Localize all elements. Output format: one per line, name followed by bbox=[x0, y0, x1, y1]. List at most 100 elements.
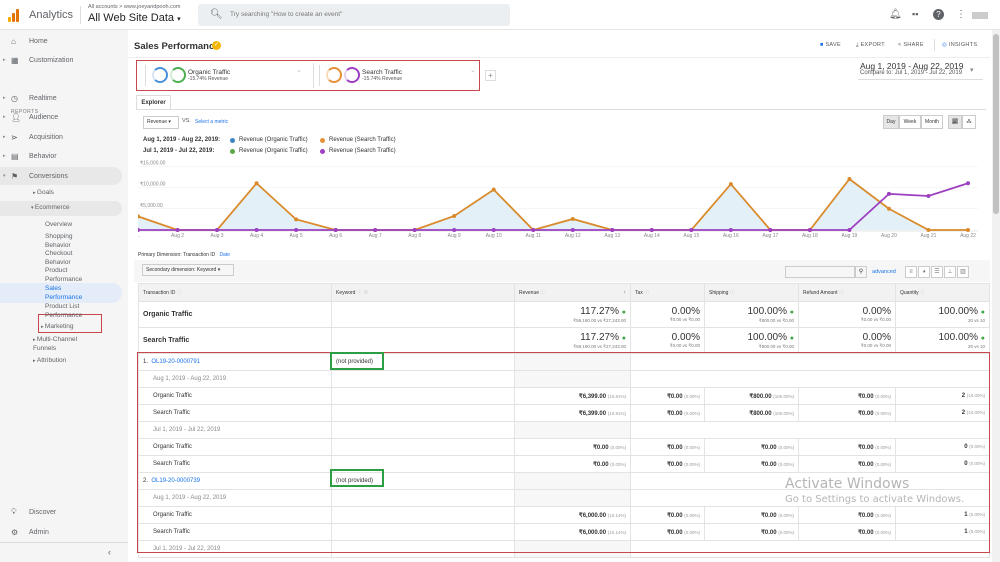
sidebar-label: Realtime bbox=[29, 94, 57, 102]
performance-view-icon[interactable]: ☰ bbox=[931, 266, 943, 278]
granularity-month[interactable]: Month bbox=[921, 115, 943, 129]
chevron-down-icon[interactable]: ⌄ bbox=[470, 66, 476, 74]
motion-chart-icon[interactable]: ⁂ bbox=[962, 115, 976, 129]
insights-button[interactable]: ◎ INSIGHTS bbox=[942, 42, 977, 48]
add-segment-button[interactable]: + bbox=[485, 70, 496, 81]
sidebar-item-ecommerce[interactable]: ▾ Ecommerce bbox=[0, 201, 122, 216]
refund-cell: ₹0.00 (0.00%) bbox=[798, 438, 896, 456]
help-icon: ⓘ bbox=[838, 290, 844, 296]
column-header-shipping[interactable]: Shipping ⓘ bbox=[704, 283, 799, 302]
column-header-quantity[interactable]: Quantity ⓘ bbox=[895, 283, 990, 302]
column-header-keyword[interactable]: Keyword ⓘ ⊗ bbox=[331, 283, 515, 302]
select-metric-link[interactable]: Select a metric bbox=[195, 119, 228, 125]
analytics-logo[interactable] bbox=[8, 9, 20, 22]
sidebar-item-product-list-performance[interactable]: Product List Performance bbox=[45, 303, 97, 320]
sidebar-item-realtime[interactable]: ▸ ◷ Realtime bbox=[0, 89, 122, 107]
sidebar-item-audience[interactable]: ▸ 👤︎ Audience bbox=[0, 108, 122, 126]
segment-organic-traffic[interactable]: Organic Traffic -15.74% Revenue ⌄ bbox=[145, 65, 305, 86]
primary-dimension-value[interactable]: Transaction ID bbox=[183, 252, 215, 258]
data-point bbox=[807, 228, 812, 232]
line-chart-icon[interactable]: 📈︎ bbox=[948, 115, 962, 129]
legend-item[interactable]: Revenue (Search Traffic) bbox=[329, 148, 396, 154]
table-view-icon[interactable]: ≡ bbox=[905, 266, 917, 278]
data-point bbox=[570, 216, 575, 221]
sidebar-item-multi-channel-funnels[interactable]: ▸ Multi-Channel Funnels bbox=[33, 336, 93, 353]
date-dropdown-icon[interactable]: ▾ bbox=[970, 66, 974, 74]
date-dimension-link[interactable]: Date bbox=[219, 252, 230, 258]
column-label: Quantity bbox=[900, 290, 919, 296]
quantity-cell: 0 (0.00%) bbox=[895, 455, 990, 473]
granularity-week[interactable]: Week bbox=[899, 115, 921, 129]
sidebar-item-admin[interactable]: ⚙ Admin bbox=[0, 523, 122, 541]
secondary-dimension-select[interactable]: Secondary dimension: Keyword ▾ bbox=[142, 264, 234, 276]
column-header-tax[interactable]: Tax ⓘ bbox=[630, 283, 705, 302]
chevron-down-icon[interactable]: ⌄ bbox=[296, 66, 302, 74]
row-index: 2. bbox=[143, 478, 149, 484]
remove-dimension-icon[interactable]: ⊗ bbox=[363, 290, 368, 296]
refund-cell: ₹0.00 (0.00%) bbox=[798, 404, 896, 422]
page-scrollbar[interactable] bbox=[992, 30, 1000, 562]
sidebar-item-discover[interactable]: 💡︎ Discover bbox=[0, 503, 122, 521]
sidebar-item-overview[interactable]: Overview bbox=[45, 221, 115, 230]
segment-search-traffic[interactable]: Search Traffic -15.74% Revenue ⌄ bbox=[319, 65, 479, 86]
property-selector[interactable]: All Web Site Data ▾ bbox=[88, 12, 181, 24]
column-header-transaction-id[interactable]: Transaction ID ⓘ bbox=[138, 283, 332, 302]
pivot-view-icon[interactable]: ▥ bbox=[957, 266, 969, 278]
help-icon: ⓘ bbox=[356, 290, 362, 296]
x-tick-label: Aug 11 bbox=[525, 233, 541, 239]
more-vert-icon[interactable]: ⋮ bbox=[956, 9, 966, 20]
column-header-revenue[interactable]: Revenue ⓘ ↓ bbox=[514, 283, 631, 302]
sidebar-item-checkout-behavior[interactable]: Checkout Behavior bbox=[45, 250, 90, 267]
sidebar-item-behavior[interactable]: ▸ ▤ Behavior bbox=[0, 147, 122, 165]
column-header-refund-amount[interactable]: Refund Amount ⓘ bbox=[798, 283, 896, 302]
sidebar-item-home[interactable]: ⌂ Home bbox=[0, 32, 122, 50]
collapse-sidebar-icon[interactable]: ‹ bbox=[108, 547, 111, 557]
metric-select[interactable]: Revenue ▾ bbox=[143, 116, 179, 129]
refund-value: ₹0.00 bbox=[858, 512, 874, 519]
sidebar-item-product-performance[interactable]: Product Performance bbox=[45, 267, 97, 284]
account-avatar[interactable] bbox=[972, 12, 988, 19]
empty-cell bbox=[514, 353, 631, 371]
sidebar-item-acquisition[interactable]: ▸ ⋗ Acquisition bbox=[0, 128, 122, 146]
revenue-cell: ₹6,399.00 (10.81%) bbox=[514, 404, 631, 422]
sidebar-item-attribution[interactable]: ▸ Attribution bbox=[33, 357, 66, 366]
sidebar-item-marketing[interactable]: ▸ Marketing bbox=[41, 323, 73, 332]
search-bar[interactable]: 🔍︎ Try searching "How to create an event… bbox=[198, 4, 510, 26]
legend-item[interactable]: Revenue (Organic Traffic) bbox=[239, 148, 308, 154]
divider bbox=[858, 79, 983, 80]
share-button[interactable]: < SHARE bbox=[898, 42, 924, 48]
help-icon[interactable]: ? bbox=[933, 9, 944, 20]
sidebar-item-customization[interactable]: ▸ ▦ Customization bbox=[0, 51, 122, 69]
search-icon[interactable]: ⚲ bbox=[855, 266, 867, 278]
bell-icon[interactable]: 🔔︎ bbox=[889, 9, 902, 20]
sidebar-item-goals[interactable]: ▸ Goals bbox=[33, 189, 54, 198]
export-button[interactable]: ⤓ EXPORT bbox=[856, 42, 885, 49]
comparison-view-icon[interactable]: ⊥ bbox=[944, 266, 956, 278]
ecommerce-label: Ecommerce bbox=[34, 204, 70, 212]
x-tick-label: Aug 18 bbox=[802, 233, 818, 239]
granularity-day[interactable]: Day bbox=[883, 115, 899, 129]
table-search-input[interactable] bbox=[785, 266, 855, 278]
advanced-filter-link[interactable]: advanced bbox=[872, 269, 896, 275]
transaction-id-link[interactable]: OL19-20-0000791 bbox=[151, 359, 200, 365]
column-label: Shipping bbox=[709, 290, 729, 296]
revenue-value: ₹6,000.00 bbox=[578, 529, 607, 536]
sidebar-item-shopping-behavior[interactable]: Shopping Behavior bbox=[45, 233, 90, 250]
legend-item[interactable]: Revenue (Organic Traffic) bbox=[239, 137, 308, 143]
compare-date-range[interactable]: Compare to: Jul 1, 2019 - Jul 22, 2019 bbox=[860, 70, 962, 76]
empty-cell bbox=[514, 421, 631, 439]
scrollbar-thumb[interactable] bbox=[993, 34, 999, 214]
pie-view-icon[interactable]: ◕ bbox=[918, 266, 930, 278]
sidebar-label: Admin bbox=[29, 528, 49, 536]
tab-explorer[interactable]: Explorer bbox=[136, 95, 171, 110]
sidebar: ⌂ Home ▸ ▦ Customization REPORTS ▸ ◷ Realtime… bbox=[0, 30, 128, 562]
refund-value: ₹0.00 bbox=[858, 444, 874, 451]
account-breadcrumb[interactable]: All accounts > www.joeyandpooh.com bbox=[88, 4, 180, 10]
transaction-id-link[interactable]: OL19-20-0000739 bbox=[151, 478, 200, 484]
apps-icon[interactable]: ▪▪ bbox=[912, 9, 918, 19]
legend-item[interactable]: Revenue (Search Traffic) bbox=[329, 137, 396, 143]
sidebar-item-conversions[interactable]: ▾ ⚑ Conversions bbox=[0, 167, 122, 185]
sidebar-item-sales-performance[interactable]: Sales Performance bbox=[45, 285, 97, 302]
save-button[interactable]: ■ SAVE bbox=[820, 42, 841, 48]
empty-cell bbox=[331, 540, 515, 558]
